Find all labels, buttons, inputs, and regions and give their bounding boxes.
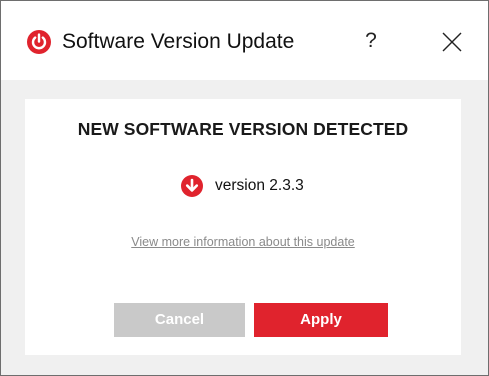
apply-button[interactable]: Apply bbox=[254, 303, 388, 337]
more-info-link[interactable]: View more information about this update bbox=[25, 235, 461, 249]
update-heading: NEW SOFTWARE VERSION DETECTED bbox=[77, 119, 409, 139]
window-title: Software Version Update bbox=[62, 30, 295, 53]
version-row: version 2.3.3 bbox=[181, 175, 304, 197]
update-panel: NEW SOFTWARE VERSION DETECTED version 2.… bbox=[25, 99, 461, 355]
update-dialog-window: Software Version Update ? NEW SOFTWARE V… bbox=[0, 0, 489, 376]
close-icon[interactable] bbox=[437, 27, 467, 57]
help-button[interactable]: ? bbox=[355, 25, 387, 57]
title-bar[interactable]: Software Version Update ? bbox=[1, 1, 488, 80]
version-label: version 2.3.3 bbox=[215, 177, 304, 194]
cancel-button[interactable]: Cancel bbox=[114, 303, 245, 337]
power-logo-icon bbox=[27, 30, 51, 54]
download-arrow-icon bbox=[181, 175, 203, 197]
